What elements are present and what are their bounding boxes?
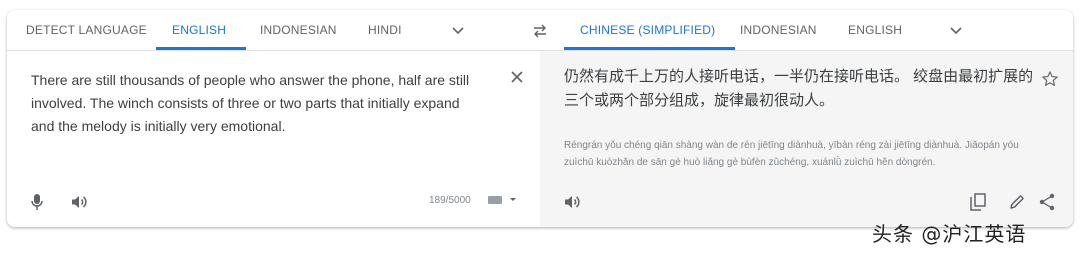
romanization-text: Réngrán yǒu chéng qiān shàng wàn de rén … <box>564 140 1019 168</box>
keyboard-icon[interactable] <box>488 194 516 206</box>
tab-target-indonesian[interactable]: INDONESIAN <box>740 10 817 50</box>
source-text-input[interactable]: There are still thousands of people who … <box>31 69 486 138</box>
mic-icon[interactable] <box>31 193 43 211</box>
character-count: 189/5000 <box>429 195 471 206</box>
close-icon[interactable] <box>510 70 524 84</box>
speaker-icon[interactable] <box>71 195 88 209</box>
speaker-icon[interactable] <box>564 195 581 209</box>
tab-source-hindi[interactable]: HINDI <box>368 10 402 50</box>
source-pane: There are still thousands of people who … <box>7 51 540 227</box>
translate-card: DETECT LANGUAGE ENGLISH INDONESIAN HINDI… <box>7 10 1073 227</box>
chevron-down-icon[interactable] <box>948 22 964 38</box>
tab-target-english[interactable]: ENGLISH <box>848 10 902 50</box>
tab-source-english[interactable]: ENGLISH <box>155 10 247 50</box>
translation-pane: 仍然有成千上万的人接听电话，一半仍在接听电话。 绞盘由最初扩展的三个或两个部分组… <box>540 51 1073 227</box>
translated-text: 仍然有成千上万的人接听电话，一半仍在接听电话。 绞盘由最初扩展的三个或两个部分组… <box>564 68 1034 109</box>
star-icon[interactable] <box>1041 70 1059 88</box>
tab-source-detect-language[interactable]: DETECT LANGUAGE <box>26 10 147 50</box>
tab-target-chinese-simplified[interactable]: CHINESE (SIMPLIFIED) <box>563 10 736 50</box>
pencil-icon[interactable] <box>1009 194 1025 210</box>
language-tab-bar: DETECT LANGUAGE ENGLISH INDONESIAN HINDI… <box>7 10 1073 51</box>
chevron-down-icon[interactable] <box>450 22 466 38</box>
swap-icon[interactable] <box>532 24 548 38</box>
share-icon[interactable] <box>1039 193 1055 211</box>
tab-source-indonesian[interactable]: INDONESIAN <box>260 10 337 50</box>
copy-icon[interactable] <box>970 193 986 211</box>
watermark-text: 头条 @沪江英语 <box>872 222 1027 246</box>
